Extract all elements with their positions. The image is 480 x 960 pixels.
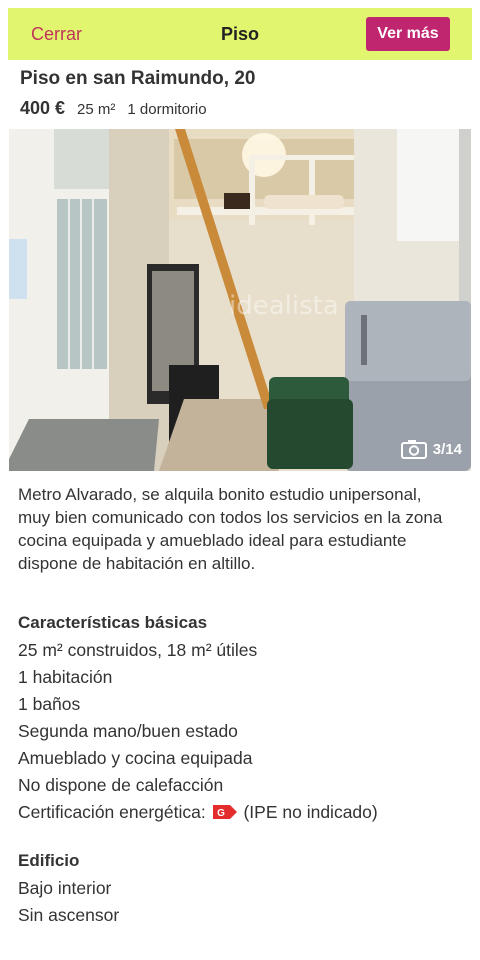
building-item: Bajo interior bbox=[18, 878, 112, 898]
close-button[interactable]: Cerrar bbox=[8, 24, 82, 45]
feature-item: Segunda mano/buen estado bbox=[18, 721, 238, 741]
photo-counter-text: 3/14 bbox=[432, 440, 462, 458]
energy-rating-letter: G bbox=[217, 808, 225, 819]
photo-counter[interactable]: 3/14 bbox=[400, 439, 462, 459]
camera-icon bbox=[400, 440, 427, 459]
listing-photo[interactable]: idealista 3/14 bbox=[9, 129, 471, 471]
bedrooms: 1 dormitorio bbox=[127, 101, 207, 118]
see-more-button[interactable]: Ver más bbox=[366, 17, 450, 51]
listing-title: Piso en san Raimundo, 20 bbox=[20, 68, 256, 89]
energy-note: (IPE no indicado) bbox=[243, 802, 378, 822]
feature-item: No dispone de calefacción bbox=[18, 775, 224, 795]
energy-label: Certificación energética: bbox=[18, 802, 206, 822]
watermark: idealista bbox=[229, 291, 339, 321]
feature-item: 1 baños bbox=[18, 694, 81, 714]
description: Metro Alvarado, se alquila bonito estudi… bbox=[18, 485, 443, 573]
navbar: Cerrar Piso Ver más bbox=[8, 8, 472, 60]
area: 25 m² bbox=[77, 101, 116, 118]
basic-features-title: Características básicas bbox=[18, 613, 208, 632]
feature-item: 1 habitación bbox=[18, 667, 113, 687]
price: 400 € bbox=[20, 98, 66, 118]
building-item: Sin ascensor bbox=[18, 905, 120, 925]
top-frame bbox=[0, 0, 480, 8]
feature-item: 25 m² construidos, 18 m² útiles bbox=[18, 640, 258, 660]
building-title: Edificio bbox=[18, 851, 80, 870]
listing-specs: 400 € 25 m² 1 dormitorio bbox=[20, 98, 207, 119]
room-photo-illustration: idealista bbox=[9, 129, 471, 471]
energy-certificate: Certificación energética: G (IPE no indi… bbox=[18, 802, 378, 823]
energy-rating-badge: G bbox=[212, 805, 237, 819]
feature-item: Amueblado y cocina equipada bbox=[18, 748, 253, 768]
